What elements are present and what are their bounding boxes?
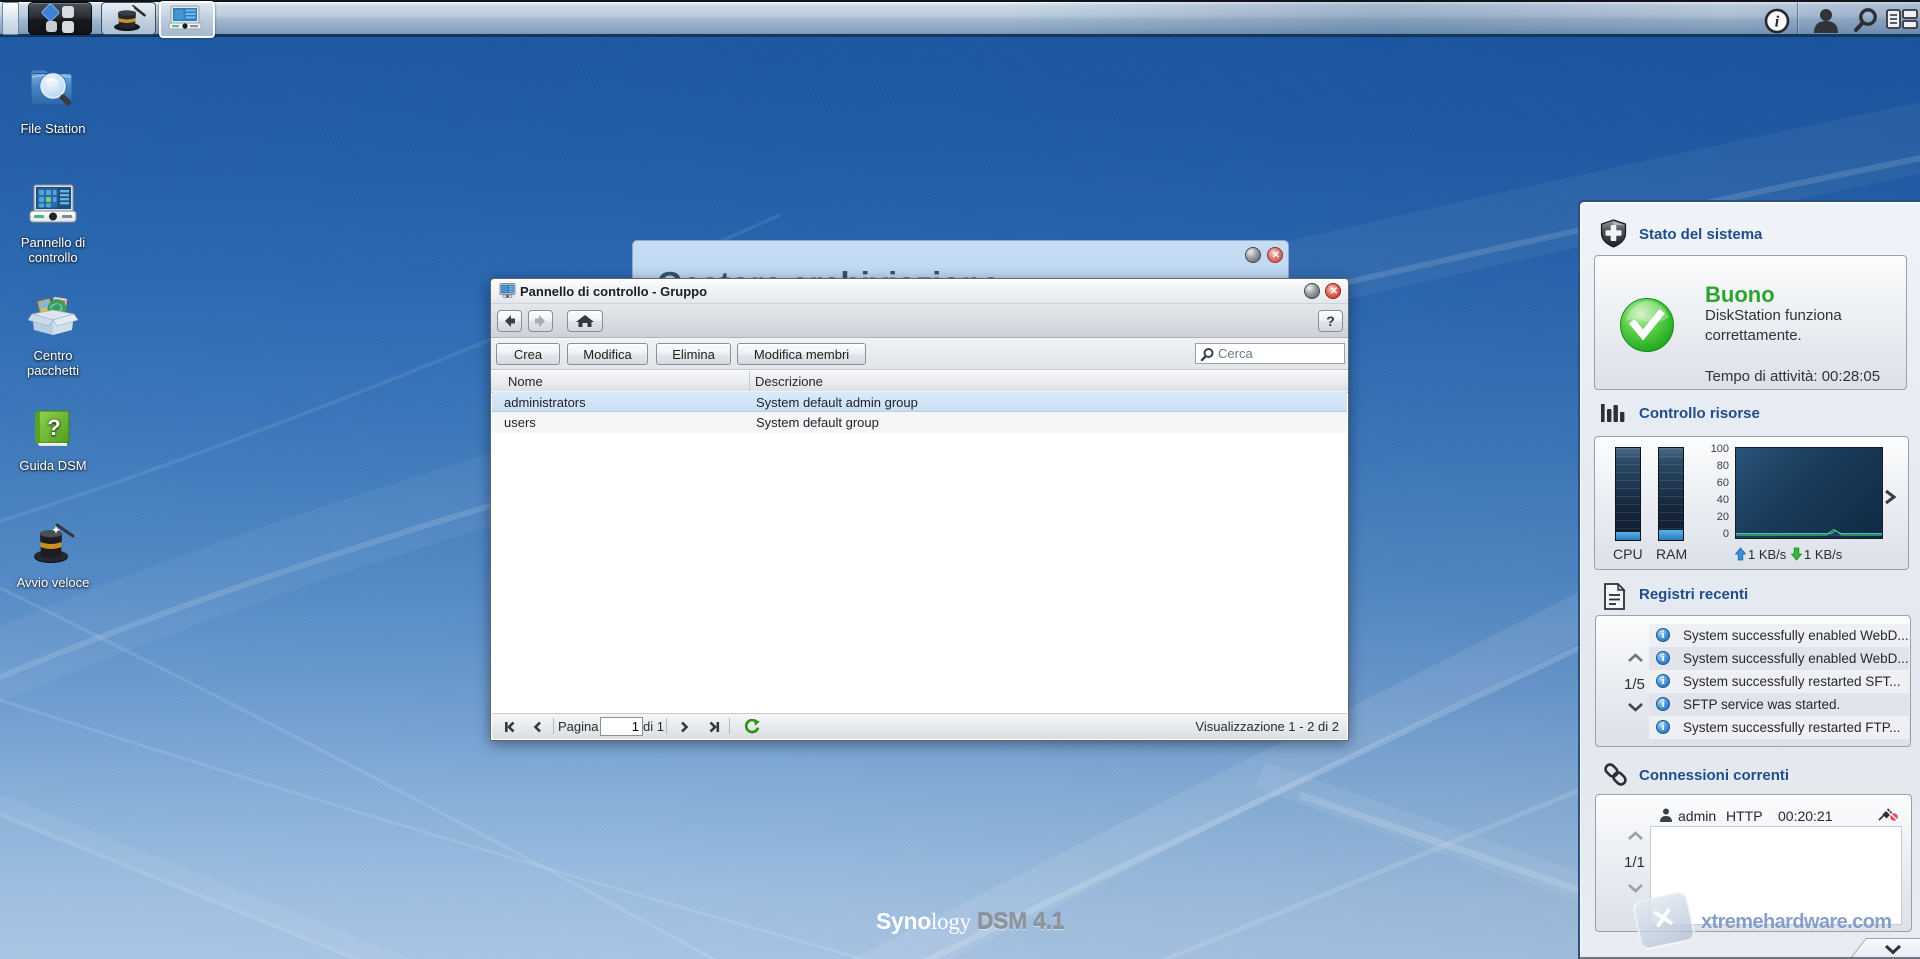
svg-text:?: ? — [47, 415, 60, 440]
svg-text:i: i — [1775, 14, 1780, 31]
